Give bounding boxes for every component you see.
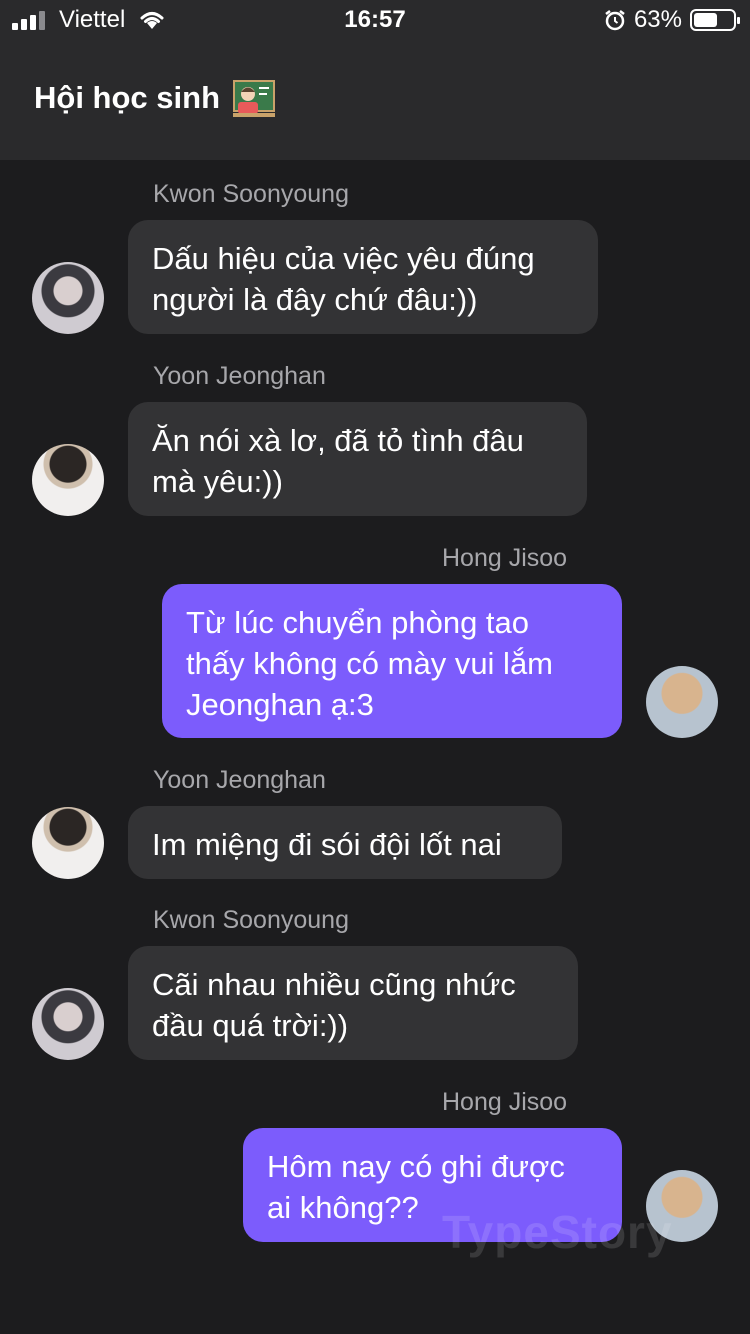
chat-header: Hội học sinh xyxy=(0,40,750,160)
sender-name: Kwon Soonyoung xyxy=(153,180,349,208)
avatar-yoon-jeonghan[interactable] xyxy=(32,807,104,879)
avatar-hong-jisoo[interactable] xyxy=(646,666,718,738)
avatar-kwon-soonyoung[interactable] xyxy=(32,262,104,334)
battery-icon xyxy=(690,9,740,31)
sender-name: Yoon Jeonghan xyxy=(153,766,326,794)
status-right: 63% xyxy=(604,6,740,34)
message-list[interactable]: Kwon Soonyoung Dấu hiệu của việc yêu đún… xyxy=(0,160,750,1334)
avatar-kwon-soonyoung[interactable] xyxy=(32,988,104,1060)
sender-name: Yoon Jeonghan xyxy=(153,362,326,390)
sender-name: Kwon Soonyoung xyxy=(153,906,349,934)
battery-fill xyxy=(694,13,717,27)
message-line: Dấu hiệu của việc yêu đúng xyxy=(152,241,535,276)
avatar-yoon-jeonghan[interactable] xyxy=(32,444,104,516)
message-line: mà yêu:)) xyxy=(152,464,283,499)
message-line: Ăn nói xà lơ, đã tỏ tình đâu xyxy=(152,423,524,458)
message-bubble[interactable]: Ăn nói xà lơ, đã tỏ tình đâu mà yêu:)) xyxy=(128,402,587,516)
message-line: Jeonghan ạ:3 xyxy=(186,687,374,722)
message-line: đầu quá trời:)) xyxy=(152,1008,349,1043)
message-line: Im miệng đi sói đội lốt nai xyxy=(152,827,502,862)
message-bubble[interactable]: Từ lúc chuyển phòng tao thấy không có mà… xyxy=(162,584,622,738)
sender-name: Hong Jisoo xyxy=(442,544,568,572)
status-bar: Viettel 16:57 63% xyxy=(0,0,750,40)
message-line: Cãi nhau nhiều cũng nhức xyxy=(152,967,516,1002)
message-line: thấy không có mày vui lắm xyxy=(186,646,554,681)
message-bubble[interactable]: Im miệng đi sói đội lốt nai xyxy=(128,806,562,879)
message-line: Hôm nay có ghi được xyxy=(267,1149,565,1184)
watermark: TypeStory xyxy=(442,1206,673,1258)
battery-percent: 63% xyxy=(633,6,682,33)
alarm-icon xyxy=(605,10,625,31)
teacher-emoji-icon xyxy=(233,80,275,117)
sender-name: Hong Jisoo xyxy=(442,1088,568,1116)
message-line: người là đây chứ đâu:)) xyxy=(152,282,478,317)
group-title[interactable]: Hội học sinh xyxy=(34,80,220,116)
message-bubble[interactable]: Dấu hiệu của việc yêu đúng người là đây … xyxy=(128,220,598,334)
message-line: Từ lúc chuyển phòng tao xyxy=(186,605,530,640)
message-bubble[interactable]: Cãi nhau nhiều cũng nhức đầu quá trời:)) xyxy=(128,946,578,1060)
